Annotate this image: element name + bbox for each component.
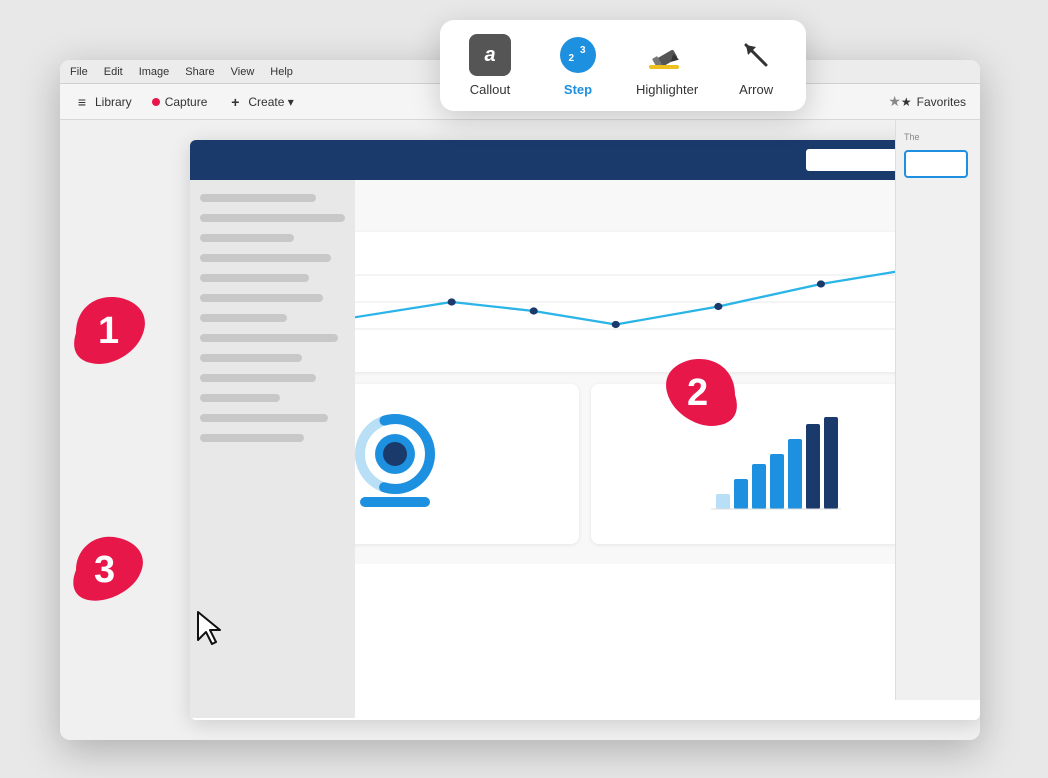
step-annotation-1: 1 <box>56 278 166 393</box>
right-panel-text: The <box>904 132 972 142</box>
sidebar-line <box>200 394 280 402</box>
svg-text:2: 2 <box>687 372 708 414</box>
step-icon: 2 3 <box>557 34 599 76</box>
library-button[interactable]: Library <box>74 94 132 110</box>
popup-toolbar: a Callout 2 3 Step <box>440 20 806 111</box>
step-annotation-2: 2 <box>635 340 755 455</box>
sidebar-line <box>200 274 309 282</box>
header-bar <box>190 140 980 180</box>
sidebar-line <box>200 194 316 202</box>
hamburger-icon <box>74 94 90 110</box>
capture-button[interactable]: Capture <box>152 95 208 109</box>
callout-tool[interactable]: a Callout <box>460 34 520 97</box>
capture-label: Capture <box>165 95 208 109</box>
create-button[interactable]: Create ▾ <box>227 94 293 110</box>
highlighter-label: Highlighter <box>636 82 698 97</box>
sidebar-line <box>200 334 338 342</box>
sidebar-line <box>200 354 302 362</box>
callout-label: Callout <box>470 82 510 97</box>
menu-image[interactable]: Image <box>139 66 170 78</box>
sidebar-line <box>200 234 294 242</box>
step-label: Step <box>564 82 592 97</box>
svg-text:3: 3 <box>94 549 115 591</box>
sidebar-line <box>200 294 323 302</box>
sidebar-line <box>200 254 331 262</box>
right-panel: The <box>895 120 980 700</box>
menu-help[interactable]: Help <box>270 66 293 78</box>
sidebar-line <box>200 414 328 422</box>
library-label: Library <box>95 95 132 109</box>
arrow-label: Arrow <box>739 82 773 97</box>
star-icon: ★ <box>888 93 911 110</box>
plus-icon <box>227 94 243 110</box>
step-annotation-3: 3 <box>56 520 166 625</box>
cursor-icon <box>196 610 224 651</box>
menu-share[interactable]: Share <box>185 66 214 78</box>
step-circle: 2 3 <box>560 37 596 73</box>
create-label: Create ▾ <box>248 95 293 109</box>
svg-text:1: 1 <box>98 310 119 352</box>
svg-text:2: 2 <box>569 53 575 64</box>
menu-view[interactable]: View <box>231 66 255 78</box>
menu-file[interactable]: File <box>70 66 88 78</box>
svg-text:3: 3 <box>580 45 586 56</box>
sidebar-line <box>200 214 345 222</box>
arrow-icon <box>735 34 777 76</box>
sidebar-line <box>200 434 304 442</box>
callout-icon: a <box>469 34 511 76</box>
favorites-label: Favorites <box>917 95 966 109</box>
arrow-tool[interactable]: Arrow <box>726 34 786 97</box>
sidebar-line <box>200 314 287 322</box>
right-panel-input[interactable] <box>904 150 968 178</box>
step-tool[interactable]: 2 3 Step <box>548 34 608 97</box>
menu-edit[interactable]: Edit <box>104 66 123 78</box>
highlighter-tool[interactable]: Highlighter <box>636 34 698 97</box>
highlighter-icon <box>646 34 688 76</box>
donut-chart-svg <box>350 409 440 519</box>
favorites-button[interactable]: ★ Favorites <box>888 93 966 110</box>
sidebar-line <box>200 374 316 382</box>
capture-dot <box>152 98 160 106</box>
